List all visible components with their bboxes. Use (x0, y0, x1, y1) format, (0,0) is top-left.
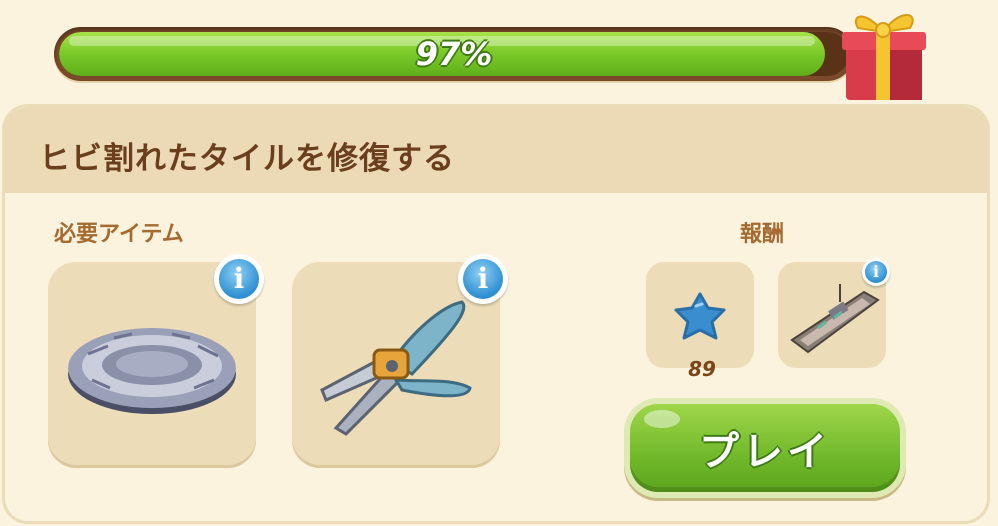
progress-label: 97% (415, 35, 493, 73)
rewards-label: 報酬 (740, 222, 785, 247)
reward-count: 89 (688, 357, 716, 381)
info-button[interactable]: i (862, 258, 890, 286)
required-item-stone-tile[interactable]: i (48, 254, 264, 468)
required-items-label: 必要アイテム (54, 222, 184, 247)
info-button[interactable]: i (458, 254, 508, 304)
info-button[interactable]: i (214, 254, 264, 304)
reward-ship[interactable]: i (778, 258, 890, 368)
play-button[interactable]: プレイ (624, 398, 906, 498)
blue-star-icon (674, 292, 726, 340)
task-title: ヒビ割れたタイルを修復する (39, 141, 455, 177)
reward-blue-star[interactable] (646, 262, 754, 368)
play-button-label: プレイ (699, 429, 831, 475)
gift-box-icon[interactable] (836, 0, 932, 104)
required-item-shears[interactable]: i (292, 254, 508, 468)
progress-bar: 97% (54, 27, 854, 81)
task-header: ヒビ割れたタイルを修復する (5, 107, 987, 193)
